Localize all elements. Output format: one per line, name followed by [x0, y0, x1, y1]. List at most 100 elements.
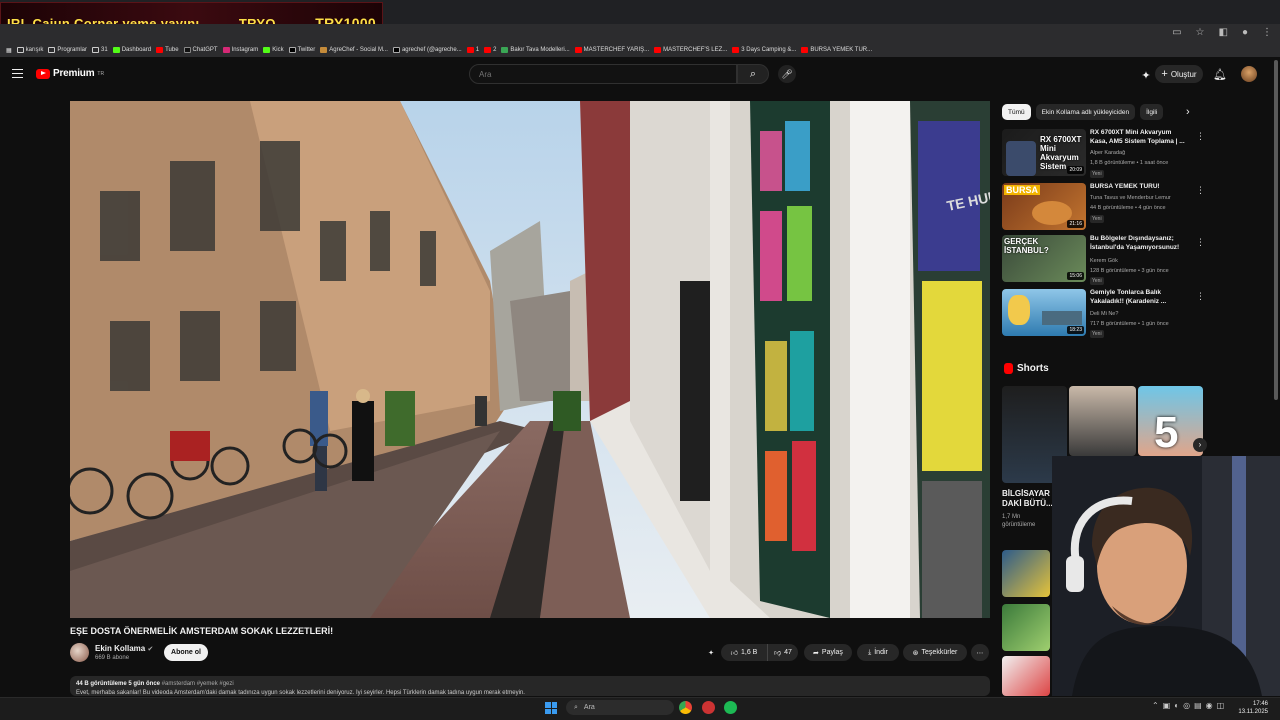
- thumbs-down-icon: 👎︎: [774, 650, 782, 657]
- bookmark-item[interactable]: agrechef (@agreche...: [392, 47, 462, 53]
- kebab-menu-icon[interactable]: ⋮: [1196, 291, 1205, 302]
- chip-related[interactable]: İlgili: [1140, 104, 1164, 120]
- short-thumbnail[interactable]: [1002, 656, 1050, 696]
- new-badge: Yeni: [1090, 170, 1104, 178]
- bookmark-item[interactable]: 3 Days Camping &...: [732, 47, 796, 53]
- kebab-menu-icon[interactable]: ⋮: [1196, 185, 1205, 196]
- short-views: 1,7 Mn görüntüleme: [1002, 514, 1036, 528]
- video-thumbnail[interactable]: BURSA 21:16: [1002, 183, 1086, 230]
- search-button[interactable]: ⌕: [737, 64, 769, 84]
- ai-sparkle-icon[interactable]: ✦: [1139, 67, 1153, 82]
- video-thumbnail[interactable]: 18:23: [1002, 289, 1086, 336]
- search-icon: ⌕: [749, 68, 757, 80]
- short-thumbnail[interactable]: [1002, 604, 1050, 651]
- profile-icon[interactable]: ●: [1242, 27, 1248, 38]
- apps-icon[interactable]: ▦: [6, 47, 12, 54]
- subscribe-button[interactable]: Abone ol: [164, 644, 208, 661]
- app-icon[interactable]: [702, 701, 715, 714]
- share-button[interactable]: ➦ Paylaş: [804, 644, 852, 661]
- thumbnail-text: BURSA: [1004, 185, 1041, 195]
- bookmark-item[interactable]: Programlar: [48, 47, 87, 53]
- region-code: TR: [97, 70, 105, 77]
- super-thanks-icon: ⊛: [912, 649, 919, 657]
- chevron-right-icon[interactable]: ›: [1186, 106, 1190, 118]
- star-icon[interactable]: ☆: [1196, 27, 1205, 38]
- bookmark-item[interactable]: Instagram: [222, 47, 258, 53]
- account-avatar[interactable]: [1241, 66, 1257, 82]
- plant-pot: [553, 391, 581, 431]
- video-player[interactable]: TE HUUR: [70, 101, 990, 618]
- dislike-button[interactable]: 👎︎ 47: [767, 644, 798, 661]
- short-thumbnail[interactable]: [1069, 386, 1136, 456]
- short-title: BİLGİSAYAR DAKİ BÜTÜ...: [1002, 489, 1053, 508]
- chip-all[interactable]: Tümü: [1002, 104, 1031, 120]
- kebab-menu-icon[interactable]: ⋮: [1196, 237, 1205, 248]
- ellipsis-icon: ⋯: [976, 649, 984, 657]
- bookmark-item[interactable]: Bakır Tava Modelleri...: [501, 47, 570, 53]
- bookmark-item[interactable]: 1: [466, 47, 479, 53]
- bookmark-item[interactable]: 31: [92, 47, 108, 53]
- download-icon: ⤓: [868, 648, 872, 656]
- recommendation-channel[interactable]: Deli Mi Ne?: [1090, 311, 1118, 317]
- amsterdam-street-scene: TE HUUR: [70, 101, 990, 618]
- recommendation-channel[interactable]: Kerem Gök: [1090, 258, 1118, 264]
- youtube-logo[interactable]: Premium TR: [36, 68, 104, 79]
- video-thumbnail[interactable]: GERÇEK İSTANBUL? 15:06: [1002, 235, 1086, 282]
- more-actions-button[interactable]: ⋯: [971, 644, 989, 661]
- bookmark-item[interactable]: Twitter: [288, 47, 315, 53]
- spotify-icon[interactable]: [724, 701, 737, 714]
- bookmark-item[interactable]: Kick: [263, 47, 284, 53]
- like-button[interactable]: 👍︎ 1,6 B: [721, 644, 767, 661]
- recommendation-item[interactable]: GERÇEK İSTANBUL? 15:06 Bu Bölgeler Dışın…: [1002, 235, 1205, 285]
- video-thumbnail[interactable]: RX 6700XT Mini Akvaryum Sistem 20:09: [1002, 129, 1086, 176]
- ai-ask-icon[interactable]: ✦: [703, 644, 719, 661]
- bookmark-item[interactable]: 2: [484, 47, 496, 53]
- hamburger-menu-icon[interactable]: [12, 69, 23, 78]
- create-button[interactable]: + Oluştur: [1155, 65, 1203, 83]
- hashtags[interactable]: #amsterdam #yemek #gezi: [162, 681, 234, 687]
- download-button[interactable]: ⤓ İndir: [857, 644, 899, 661]
- bookmark-item[interactable]: karışık: [16, 47, 43, 53]
- recommendation-item[interactable]: BURSA 21:16 BURSA YEMEK TURU! Tuna Tavus…: [1002, 183, 1205, 233]
- bookmark-item[interactable]: ChatGPT: [183, 47, 218, 53]
- voice-search-button[interactable]: 🎤︎: [778, 65, 796, 83]
- address-bar[interactable]: [0, 24, 1280, 43]
- plant-pot: [385, 391, 415, 446]
- chrome-icon[interactable]: [679, 701, 692, 714]
- kebab-menu-icon[interactable]: ⋮: [1196, 131, 1205, 142]
- search-input[interactable]: [469, 64, 737, 84]
- webcam-person: [1052, 456, 1280, 696]
- short-thumbnail[interactable]: [1002, 550, 1050, 597]
- description-box[interactable]: 44 B görüntüleme 5 gün önce #amsterdam #…: [70, 676, 990, 696]
- bookmark-item[interactable]: MASTERCHEF'S LEZ...: [654, 47, 727, 53]
- cast-icon[interactable]: ▭: [1172, 27, 1181, 38]
- taskbar-search[interactable]: ⌕ Ara: [566, 700, 674, 715]
- chevron-right-icon[interactable]: ›: [1193, 438, 1207, 452]
- system-tray-icons[interactable]: ⌃▣◐◎▤◉◫: [1152, 701, 1228, 710]
- brand-label: Premium: [53, 68, 95, 79]
- recommendation-channel[interactable]: Tuna Tavus ve Menderbur Lemur: [1090, 195, 1171, 201]
- taskbar-clock[interactable]: 17:46 13.11.2025: [1238, 700, 1268, 716]
- recommendation-channel[interactable]: Alper Karadağ: [1090, 150, 1125, 156]
- notifications-bell-icon[interactable]: 🔔︎: [1213, 66, 1227, 82]
- recommendation-title: RX 6700XT Mini Akvaryum Kasa, AM5 Sistem…: [1090, 129, 1185, 145]
- bookmark-item[interactable]: BURSA YEMEK TUR...: [801, 47, 872, 53]
- bookmark-item[interactable]: Tube: [156, 47, 179, 53]
- youtube-play-icon: [36, 68, 50, 79]
- bookmark-item[interactable]: AgreChef - Social M...: [320, 47, 388, 53]
- bookmark-item[interactable]: MASTERCHEF YARIŞ...: [574, 47, 649, 53]
- bookmark-item[interactable]: Dashboard: [112, 47, 151, 53]
- chip-from-uploader[interactable]: Ekin Kollama adlı yükleyiciden: [1035, 104, 1136, 120]
- recommendation-item[interactable]: 18:23 Gemiyle Tonlarca Balık Yakaladık!!…: [1002, 289, 1205, 339]
- extensions-icon[interactable]: ◧: [1219, 27, 1228, 38]
- shorts-section-header: Shorts: [1004, 363, 1049, 374]
- channel-avatar[interactable]: [70, 643, 89, 662]
- page-scrollbar[interactable]: [1274, 60, 1278, 400]
- kebab-menu-icon[interactable]: ⋮: [1262, 27, 1272, 38]
- channel-name[interactable]: Ekin Kollama ✔: [95, 644, 153, 653]
- thanks-button[interactable]: ⊛ Teşekkürler: [903, 644, 967, 661]
- new-badge: Yeni: [1090, 277, 1104, 285]
- windows-start-icon[interactable]: [545, 702, 557, 714]
- recommendation-item[interactable]: RX 6700XT Mini Akvaryum Sistem 20:09 RX …: [1002, 129, 1205, 179]
- filter-chips: Tümü Ekin Kollama adlı yükleyiciden İlgi…: [1002, 104, 1164, 120]
